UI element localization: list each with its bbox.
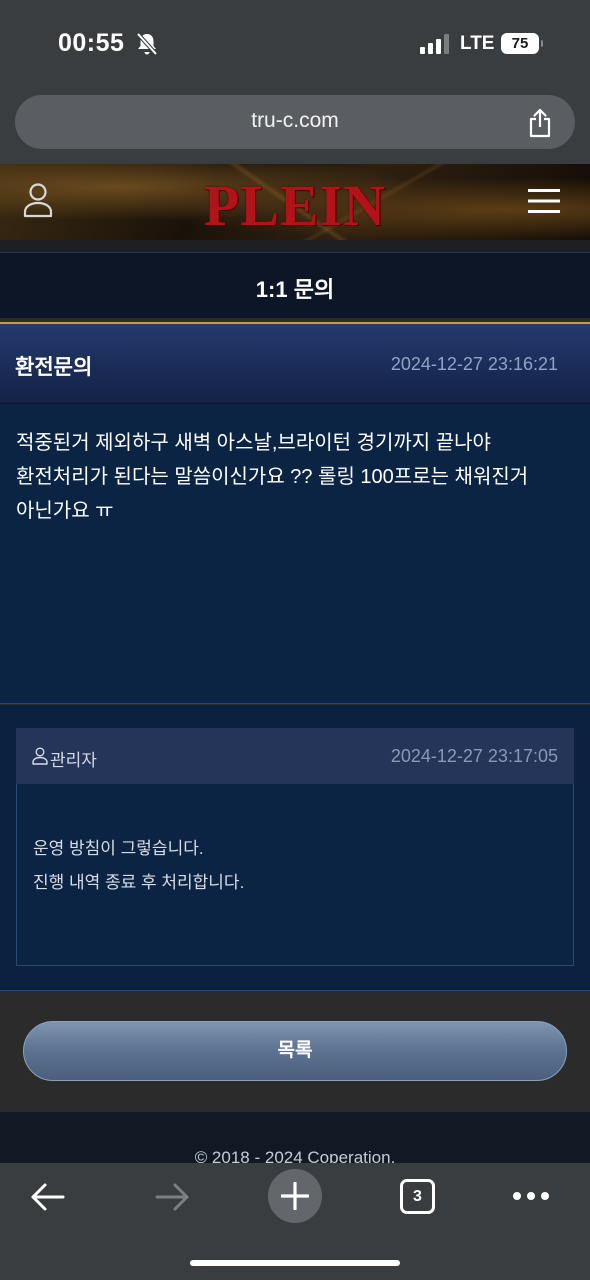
inquiry-title: 환전문의 [15,356,93,379]
bell-muted-icon [136,32,158,56]
status-bar: 00:55 LTE 75 [0,0,590,90]
back-arrow-icon[interactable] [30,1182,66,1212]
admin-user-icon [32,747,48,765]
plus-icon [281,1182,309,1210]
reply-section: 관리자 2024-12-27 23:17:05 운영 방침이 그렇습니다. 진행… [0,705,590,991]
status-time: 00:55 [58,29,125,57]
reply-author: 관리자 [50,751,97,770]
header-divider [0,240,590,252]
list-button[interactable]: 목록 [23,1021,567,1081]
network-label: LTE [460,33,495,54]
reply-text-line: 운영 방침이 그렇습니다. [33,839,204,858]
signal-icon [420,34,449,54]
hamburger-menu-icon[interactable] [528,188,560,214]
inquiry-body: 적중된거 제외하구 새벽 아스날,브라이턴 경기까지 끝나야 환전처리가 된다는… [0,404,590,704]
inquiry-date: 2024-12-27 23:16:21 [390,354,558,374]
new-tab-button[interactable] [268,1169,322,1223]
site-footer: © 2018 - 2024 Coperation. [0,1112,590,1164]
reply-text-line: 진행 내역 종료 후 처리합니다. [33,873,245,892]
button-area: 목록 [0,992,590,1112]
inquiry-text: 적중된거 제외하구 새벽 아스날,브라이턴 경기까지 끝나야 환전처리가 된다는… [16,432,529,522]
browser-address-area: tru-c.com [0,90,590,164]
tabs-button[interactable]: 3 [400,1179,435,1214]
more-options-icon[interactable] [512,1191,550,1201]
site-logo[interactable]: PLEIN [0,172,590,239]
page-title-bar: 1:1 문의 [0,252,590,318]
home-indicator[interactable] [190,1260,400,1266]
forward-arrow-icon[interactable] [154,1182,190,1212]
browser-toolbar: 3 [0,1163,590,1280]
share-icon[interactable] [527,108,553,138]
reply-body: 운영 방침이 그렇습니다. 진행 내역 종료 후 처리합니다. [16,784,574,966]
address-bar[interactable]: tru-c.com [15,95,575,149]
page-title: 1:1 문의 [255,277,335,302]
inquiry-header: 환전문의 2024-12-27 23:16:21 [0,324,590,404]
battery-icon: 75 [501,33,543,54]
reply-header: 관리자 2024-12-27 23:17:05 [16,728,574,784]
copyright-text: © 2018 - 2024 Coperation. [194,1148,396,1164]
reply-date: 2024-12-27 23:17:05 [390,746,558,766]
url-text: tru-c.com [251,109,339,132]
site-header: PLEIN [0,164,590,240]
